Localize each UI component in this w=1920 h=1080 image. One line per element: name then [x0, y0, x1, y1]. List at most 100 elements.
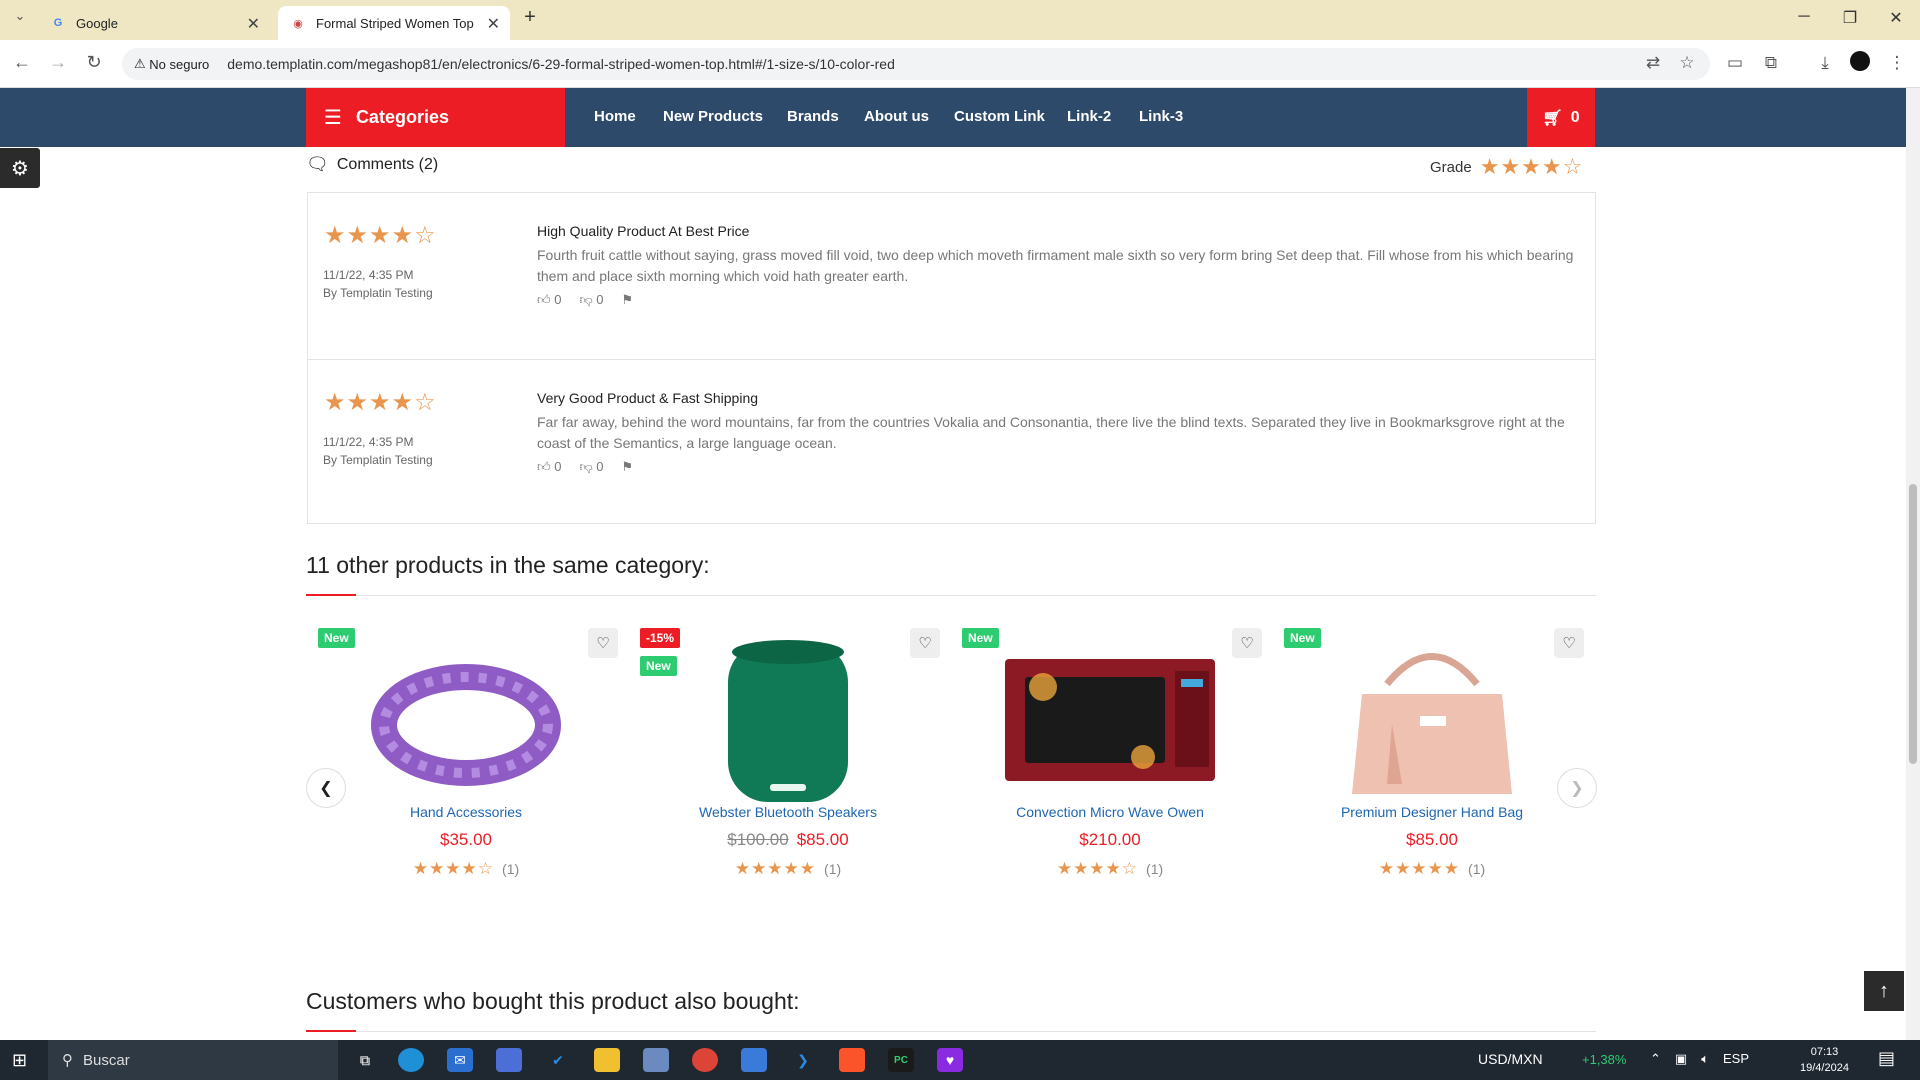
- cast-icon[interactable]: ▭: [1724, 53, 1746, 73]
- reload-icon[interactable]: ↻: [82, 52, 106, 73]
- volume-icon[interactable]: 🔈︎: [1701, 1051, 1709, 1067]
- wishlist-heart-icon[interactable]: ♡: [1232, 628, 1262, 658]
- menu-dots-icon[interactable]: ⋮: [1886, 53, 1908, 73]
- comment-actions: 👍︎ 0 👎︎ 0 ⚑: [537, 459, 633, 475]
- product-card[interactable]: New ♡ Hand Accessories $35.00 ★★★★☆ (1): [306, 616, 626, 906]
- nav-link-brands[interactable]: Brands: [787, 108, 839, 125]
- nav-link-new-products[interactable]: New Products: [663, 108, 763, 125]
- product-card[interactable]: New ♡ Premium Designer Hand Bag $85.00 ★…: [1272, 616, 1592, 906]
- task-view-icon[interactable]: ⧉: [352, 1048, 378, 1072]
- mail-icon[interactable]: ✉: [447, 1048, 473, 1072]
- wishlist-heart-icon[interactable]: ♡: [588, 628, 618, 658]
- network-icon[interactable]: ▣: [1675, 1051, 1687, 1067]
- tab-google[interactable]: G Google ✕: [38, 6, 270, 40]
- product-image[interactable]: [658, 634, 918, 809]
- nav-link-link-2[interactable]: Link-2: [1067, 108, 1111, 125]
- categories-button[interactable]: ☰ Categories: [306, 88, 565, 147]
- categories-label: Categories: [355, 107, 449, 127]
- back-icon[interactable]: ←: [10, 52, 34, 73]
- url-text[interactable]: demo.templatin.com/megashop81/en/electro…: [227, 56, 895, 72]
- nav-link-about-us[interactable]: About us: [864, 108, 929, 125]
- language-indicator[interactable]: ESP: [1723, 1051, 1749, 1067]
- price-current: $85.00: [796, 830, 849, 849]
- product-name[interactable]: Premium Designer Hand Bag: [1272, 804, 1592, 820]
- notification-icon[interactable]: ▤: [1878, 1048, 1895, 1069]
- wishlist-heart-icon[interactable]: ♡: [910, 628, 940, 658]
- store-icon[interactable]: [741, 1048, 767, 1072]
- currency-widget[interactable]: USD/MXN: [1478, 1051, 1543, 1067]
- handbag-image: [1352, 653, 1512, 794]
- speaker-image: [728, 640, 848, 802]
- thumbs-up-icon: 👍︎: [537, 292, 551, 307]
- product-image[interactable]: [1302, 634, 1562, 809]
- like-count: 0: [554, 459, 562, 474]
- dislike-count: 0: [596, 292, 604, 307]
- comment-item: ★★★★☆ 11/1/22, 4:35 PM By Templatin Test…: [308, 193, 1595, 359]
- nav-link-home[interactable]: Home: [594, 108, 636, 125]
- taskbar-search[interactable]: ⚲ Buscar: [48, 1040, 338, 1080]
- clock[interactable]: 07:13 19/4/2024: [1800, 1044, 1849, 1076]
- warning-icon: ⚠: [134, 56, 150, 71]
- restore-icon[interactable]: ❐: [1838, 8, 1862, 28]
- carousel-next-button[interactable]: ❯: [1557, 768, 1597, 808]
- address-bar[interactable]: ⚠ No seguro demo.templatin.com/megashop8…: [122, 48, 1710, 80]
- section-divider: [306, 1031, 1596, 1032]
- product-rating: ★★★★☆ (1): [306, 859, 626, 879]
- close-window-icon[interactable]: ✕: [1884, 8, 1908, 28]
- report-flag-icon[interactable]: ⚑: [622, 292, 634, 308]
- game-app-icon[interactable]: [643, 1048, 669, 1072]
- tab-product[interactable]: ◉ Formal Striped Women Top ✕: [278, 6, 510, 40]
- web-page: ☰ Categories Home New Products Brands Ab…: [0, 88, 1906, 1040]
- forward-icon[interactable]: →: [46, 52, 70, 73]
- cart-count: 0: [1570, 108, 1580, 126]
- like-button[interactable]: 👍︎ 0: [537, 292, 561, 308]
- edge-icon[interactable]: [398, 1048, 424, 1072]
- file-explorer-icon[interactable]: [594, 1048, 620, 1072]
- tab-title: Google: [76, 15, 118, 31]
- vscode-icon[interactable]: ❯: [790, 1048, 816, 1072]
- profile-avatar[interactable]: [1850, 51, 1870, 71]
- product-name[interactable]: Convection Micro Wave Owen: [950, 804, 1270, 820]
- new-tab-icon[interactable]: +: [518, 6, 542, 29]
- chevron-up-icon[interactable]: ⌃: [1650, 1051, 1661, 1067]
- windows-taskbar: ⊞ ⚲ Buscar ⧉ ✉ ✔ ❯ PC ♥ USD/MXN +1,38% ⌃…: [0, 1040, 1920, 1080]
- dislike-button[interactable]: 👎︎ 0: [579, 292, 603, 308]
- brave-icon[interactable]: [839, 1048, 865, 1072]
- comments-list: ★★★★☆ 11/1/22, 4:35 PM By Templatin Test…: [307, 192, 1596, 524]
- chrome-icon[interactable]: [692, 1048, 718, 1072]
- security-indicator[interactable]: ⚠ No seguro: [134, 56, 219, 72]
- like-button[interactable]: 👍︎ 0: [537, 459, 561, 475]
- scrollbar-thumb[interactable]: [1909, 484, 1917, 764]
- windows-start-icon[interactable]: ⊞: [12, 1050, 27, 1071]
- bookmark-star-icon[interactable]: ☆: [1676, 53, 1698, 73]
- tab-search-icon[interactable]: ⌄: [8, 8, 32, 24]
- dislike-button[interactable]: 👎︎ 0: [579, 459, 603, 475]
- settings-gear-icon[interactable]: ⚙: [0, 148, 40, 188]
- nav-link-custom-link[interactable]: Custom Link: [954, 108, 1045, 125]
- product-name[interactable]: Webster Bluetooth Speakers: [628, 804, 948, 820]
- product-card[interactable]: New ♡ Convection Micro Wave Owen $210.00…: [950, 616, 1270, 906]
- comment-title: High Quality Product At Best Price: [537, 223, 750, 239]
- close-tab-icon[interactable]: ✕: [487, 14, 500, 34]
- heart-app-icon[interactable]: ♥: [937, 1048, 963, 1072]
- todo-icon[interactable]: ✔: [545, 1048, 571, 1072]
- wishlist-heart-icon[interactable]: ♡: [1554, 628, 1584, 658]
- close-tab-icon[interactable]: ✕: [247, 14, 260, 34]
- minimize-icon[interactable]: ─: [1792, 8, 1816, 26]
- page-scrollbar[interactable]: [1906, 88, 1920, 1040]
- translate-icon[interactable]: ⇄: [1642, 53, 1664, 73]
- product-image[interactable]: [336, 634, 596, 809]
- extensions-icon[interactable]: ⧉: [1760, 53, 1782, 73]
- product-name[interactable]: Hand Accessories: [306, 804, 626, 820]
- app-icon[interactable]: [496, 1048, 522, 1072]
- nav-link-link-3[interactable]: Link-3: [1139, 108, 1183, 125]
- download-icon[interactable]: ⤓: [1814, 53, 1836, 73]
- scroll-to-top-button[interactable]: ↑: [1864, 971, 1904, 1011]
- product-card[interactable]: -15% New ♡ Webster Bluetooth Speakers $1…: [628, 616, 948, 906]
- cart-button[interactable]: 🛒︎ 0: [1527, 88, 1595, 147]
- product-image[interactable]: [980, 634, 1240, 809]
- pycharm-icon[interactable]: PC: [888, 1048, 914, 1072]
- report-flag-icon[interactable]: ⚑: [622, 459, 634, 475]
- carousel-prev-button[interactable]: ❮: [306, 768, 346, 808]
- product-rating: ★★★★☆ (1): [950, 859, 1270, 879]
